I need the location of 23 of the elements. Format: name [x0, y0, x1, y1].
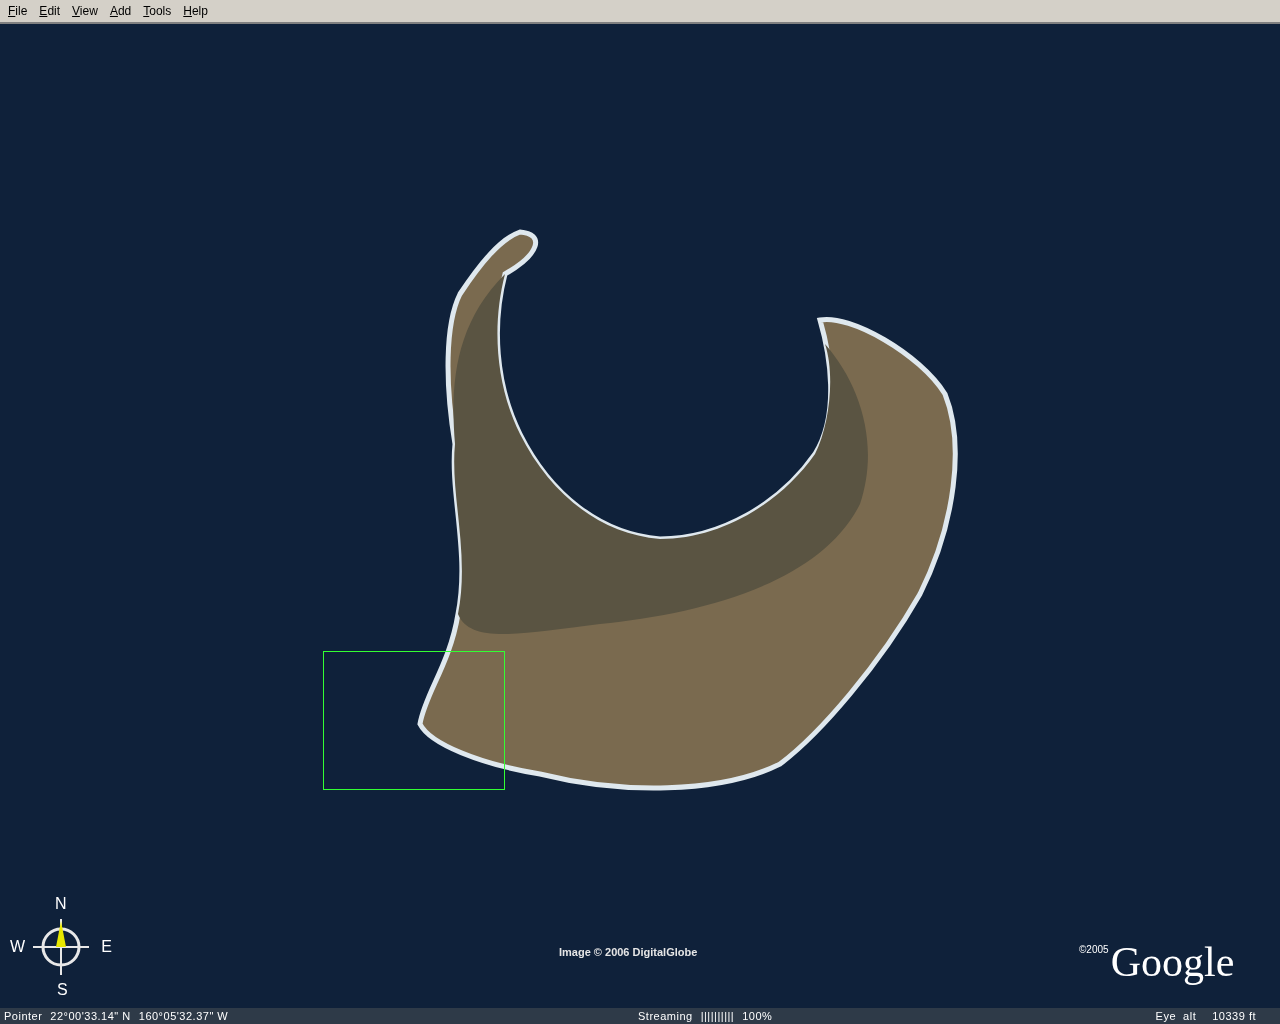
menu-item[interactable]: Edit [35, 2, 65, 20]
compass-north-label: N [55, 896, 67, 912]
google-logo: Google [1110, 938, 1235, 986]
menu-item[interactable]: File [4, 2, 32, 20]
compass-south-label: S [57, 982, 68, 998]
compass-east-label: E [101, 939, 112, 955]
pointer-label: Pointer [4, 1008, 43, 1024]
eye-alt-value: 10339 ft [1212, 1008, 1256, 1024]
latitude-value: 22°00'33.14" N [50, 1008, 131, 1024]
imagery-credit: Image © 2006 DigitalGlobe [559, 945, 698, 960]
compass-west-label: W [10, 939, 26, 955]
menu-item[interactable]: Help [179, 2, 212, 20]
copyright-year: ©2005 [1079, 943, 1109, 957]
longitude-value: 160°05'32.37" W [138, 1008, 229, 1024]
streaming-percent: 100% [742, 1008, 773, 1024]
menu-item[interactable]: View [68, 2, 102, 20]
menu-item[interactable]: Add [105, 2, 136, 20]
eye-alt-label: Eye alt [1155, 1008, 1197, 1024]
compass-rose-icon [31, 917, 91, 977]
streaming-label: Streaming [638, 1008, 693, 1024]
compass[interactable]: N E S W [10, 896, 112, 998]
streaming-bars: |||||||||| [700, 1007, 735, 1024]
menu-item[interactable]: Tools [139, 2, 176, 20]
